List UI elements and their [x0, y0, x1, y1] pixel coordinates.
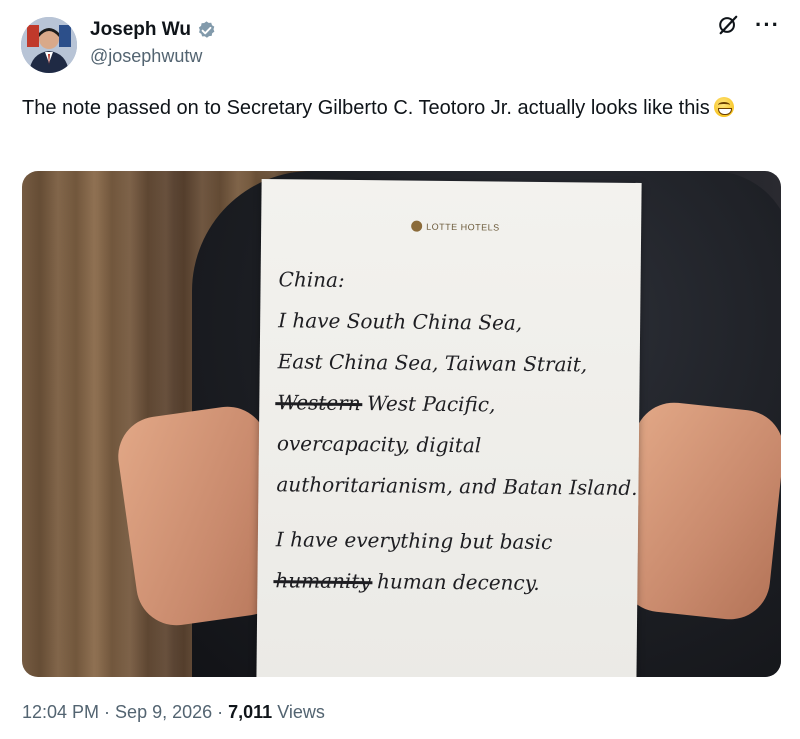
lotte-logo-icon	[411, 220, 423, 232]
note-struck-word: humanity	[275, 568, 371, 594]
note-line-text: I have everything but basic	[275, 527, 553, 555]
note-line-text: human decency.	[370, 569, 540, 595]
note-line: overcapacity, digital	[277, 423, 627, 468]
handwritten-note: LOTTE HOTELS China: I have South China Se…	[256, 179, 642, 677]
note-brand-text: LOTTE HOTELS	[426, 221, 500, 233]
author-avatar[interactable]	[21, 17, 77, 73]
tweet-photo[interactable]: LOTTE HOTELS China: I have South China Se…	[22, 171, 781, 677]
note-line: Western West Pacific,	[277, 382, 627, 427]
note-text: China: I have South China Sea, East China …	[275, 259, 637, 605]
tweet-meta: 12:04 PM · Sep 9, 2026 · 7,011 Views	[22, 702, 325, 723]
note-line-text: authoritarianism, and Batan Island.	[276, 472, 638, 500]
grok-icon[interactable]	[717, 14, 739, 36]
grinning-face-icon	[713, 97, 734, 117]
tweet-time[interactable]: 12:04 PM	[22, 702, 99, 722]
author-display-name[interactable]: Joseph Wu	[90, 19, 191, 41]
tweet-body: The note passed on to Secretary Gilberto…	[22, 97, 710, 119]
views-label: Views	[272, 702, 325, 722]
meta-separator: ·	[99, 702, 116, 722]
note-line: humanity human decency.	[275, 560, 625, 605]
verified-badge-icon	[196, 20, 217, 41]
note-line-text: West Pacific,	[360, 391, 496, 417]
meta-separator: ·	[212, 702, 229, 722]
note-line: I have South China Sea,	[278, 300, 628, 345]
author-handle[interactable]: @josephwutw	[90, 46, 202, 67]
note-line-text: overcapacity, digital	[276, 431, 482, 458]
views-count: 7,011	[228, 702, 273, 722]
more-options-icon[interactable]: ···	[755, 14, 780, 36]
tweet-date[interactable]: Sep 9, 2026	[115, 702, 212, 722]
note-line: authoritarianism, and Batan Island.	[276, 464, 637, 509]
avatar-portrait	[21, 17, 77, 73]
note-line: I have everything but basic	[276, 519, 626, 564]
note-line: China:	[278, 259, 628, 304]
tweet-text: The note passed on to Secretary Gilberto…	[22, 93, 787, 123]
right-hand	[616, 398, 781, 624]
note-letterhead: LOTTE HOTELS	[411, 220, 500, 233]
note-line: East China Sea, Taiwan Strait,	[278, 341, 628, 386]
note-line-text: China:	[278, 267, 345, 292]
note-struck-word: Western	[277, 390, 361, 416]
note-line-text: East China Sea, Taiwan Strait,	[277, 349, 588, 377]
note-line-text: I have South China Sea,	[278, 308, 523, 335]
